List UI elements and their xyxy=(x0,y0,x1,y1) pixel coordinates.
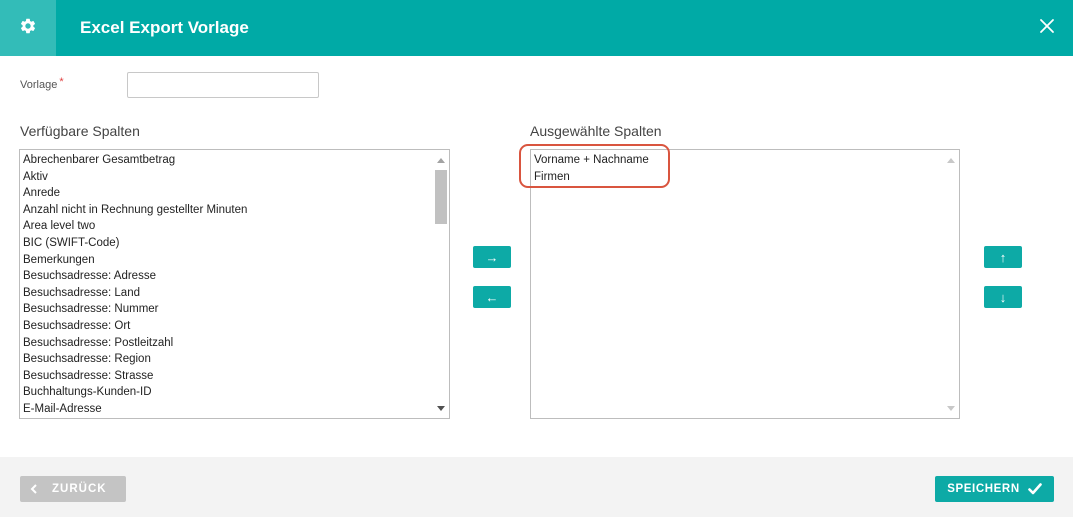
close-icon xyxy=(1039,18,1055,39)
list-item[interactable]: Besuchsadresse: Land xyxy=(20,285,433,302)
scroll-thumb[interactable] xyxy=(435,170,447,224)
list-item[interactable]: Besuchsadresse: Strasse xyxy=(20,368,433,385)
triangle-down-icon xyxy=(437,405,445,411)
vorlage-input[interactable] xyxy=(127,72,319,98)
list-item[interactable]: Besuchsadresse: Ort xyxy=(20,318,433,335)
dialog-title: Excel Export Vorlage xyxy=(80,18,249,37)
list-item[interactable]: Anzahl nicht in Rechnung gestellter Minu… xyxy=(20,202,433,219)
list-item[interactable]: Bemerkungen xyxy=(20,252,433,269)
vorlage-label-text: Vorlage xyxy=(20,79,58,91)
vorlage-label: Vorlage * xyxy=(20,76,64,91)
selected-columns-list[interactable]: Vorname + Nachname Firmen xyxy=(530,149,960,419)
available-columns-title: Verfügbare Spalten xyxy=(20,123,140,139)
available-columns-list[interactable]: Abrechenbarer Gesamtbetrag Aktiv Anrede … xyxy=(19,149,450,419)
dialog-header: Excel Export Vorlage xyxy=(0,0,1073,56)
chevron-left-icon xyxy=(30,484,38,494)
move-down-button[interactable]: ↓ xyxy=(984,286,1022,308)
gear-icon xyxy=(19,17,37,40)
list-item[interactable]: Abrechenbarer Gesamtbetrag xyxy=(20,152,433,169)
close-button[interactable] xyxy=(1033,14,1061,42)
list-item[interactable]: E-Mail-Adresse xyxy=(20,401,433,418)
list-item[interactable]: Firmen xyxy=(531,169,943,186)
available-scrollbar[interactable] xyxy=(433,150,449,418)
list-item[interactable]: BIC (SWIFT-Code) xyxy=(20,235,433,252)
back-button-label: ZURÜCK xyxy=(52,483,107,495)
scroll-down-arrow[interactable] xyxy=(943,400,959,416)
list-item[interactable]: Aktiv xyxy=(20,169,433,186)
add-column-button[interactable]: → xyxy=(473,246,511,268)
scroll-down-arrow[interactable] xyxy=(433,400,449,416)
back-button[interactable]: ZURÜCK xyxy=(20,476,126,502)
move-up-button[interactable]: ↑ xyxy=(984,246,1022,268)
required-marker: * xyxy=(59,76,64,88)
scroll-up-arrow[interactable] xyxy=(943,152,959,168)
triangle-down-icon xyxy=(947,405,955,411)
header-icon-box xyxy=(0,0,56,56)
list-item[interactable]: Vorname + Nachname xyxy=(531,152,943,169)
triangle-up-icon xyxy=(947,157,955,163)
list-item[interactable]: Buchhaltungs-Kunden-ID xyxy=(20,384,433,401)
list-item[interactable]: Besuchsadresse: Nummer xyxy=(20,301,433,318)
remove-column-button[interactable]: ← xyxy=(473,286,511,308)
triangle-up-icon xyxy=(437,157,445,163)
list-item[interactable]: Besuchsadresse: Postleitzahl xyxy=(20,335,433,352)
selected-items: Vorname + Nachname Firmen xyxy=(531,152,943,185)
selected-columns-title: Ausgewählte Spalten xyxy=(530,123,662,139)
save-button-label: SPEICHERN xyxy=(947,483,1020,495)
available-items: Abrechenbarer Gesamtbetrag Aktiv Anrede … xyxy=(20,152,433,418)
selected-scrollbar[interactable] xyxy=(943,150,959,418)
scroll-up-arrow[interactable] xyxy=(433,152,449,168)
list-item[interactable]: Anrede xyxy=(20,185,433,202)
list-item[interactable]: Area level two xyxy=(20,218,433,235)
list-item[interactable]: Besuchsadresse: Adresse xyxy=(20,268,433,285)
save-button[interactable]: SPEICHERN xyxy=(935,476,1054,502)
dialog-footer xyxy=(0,457,1073,517)
check-icon xyxy=(1027,483,1042,495)
list-item[interactable]: Besuchsadresse: Region xyxy=(20,351,433,368)
